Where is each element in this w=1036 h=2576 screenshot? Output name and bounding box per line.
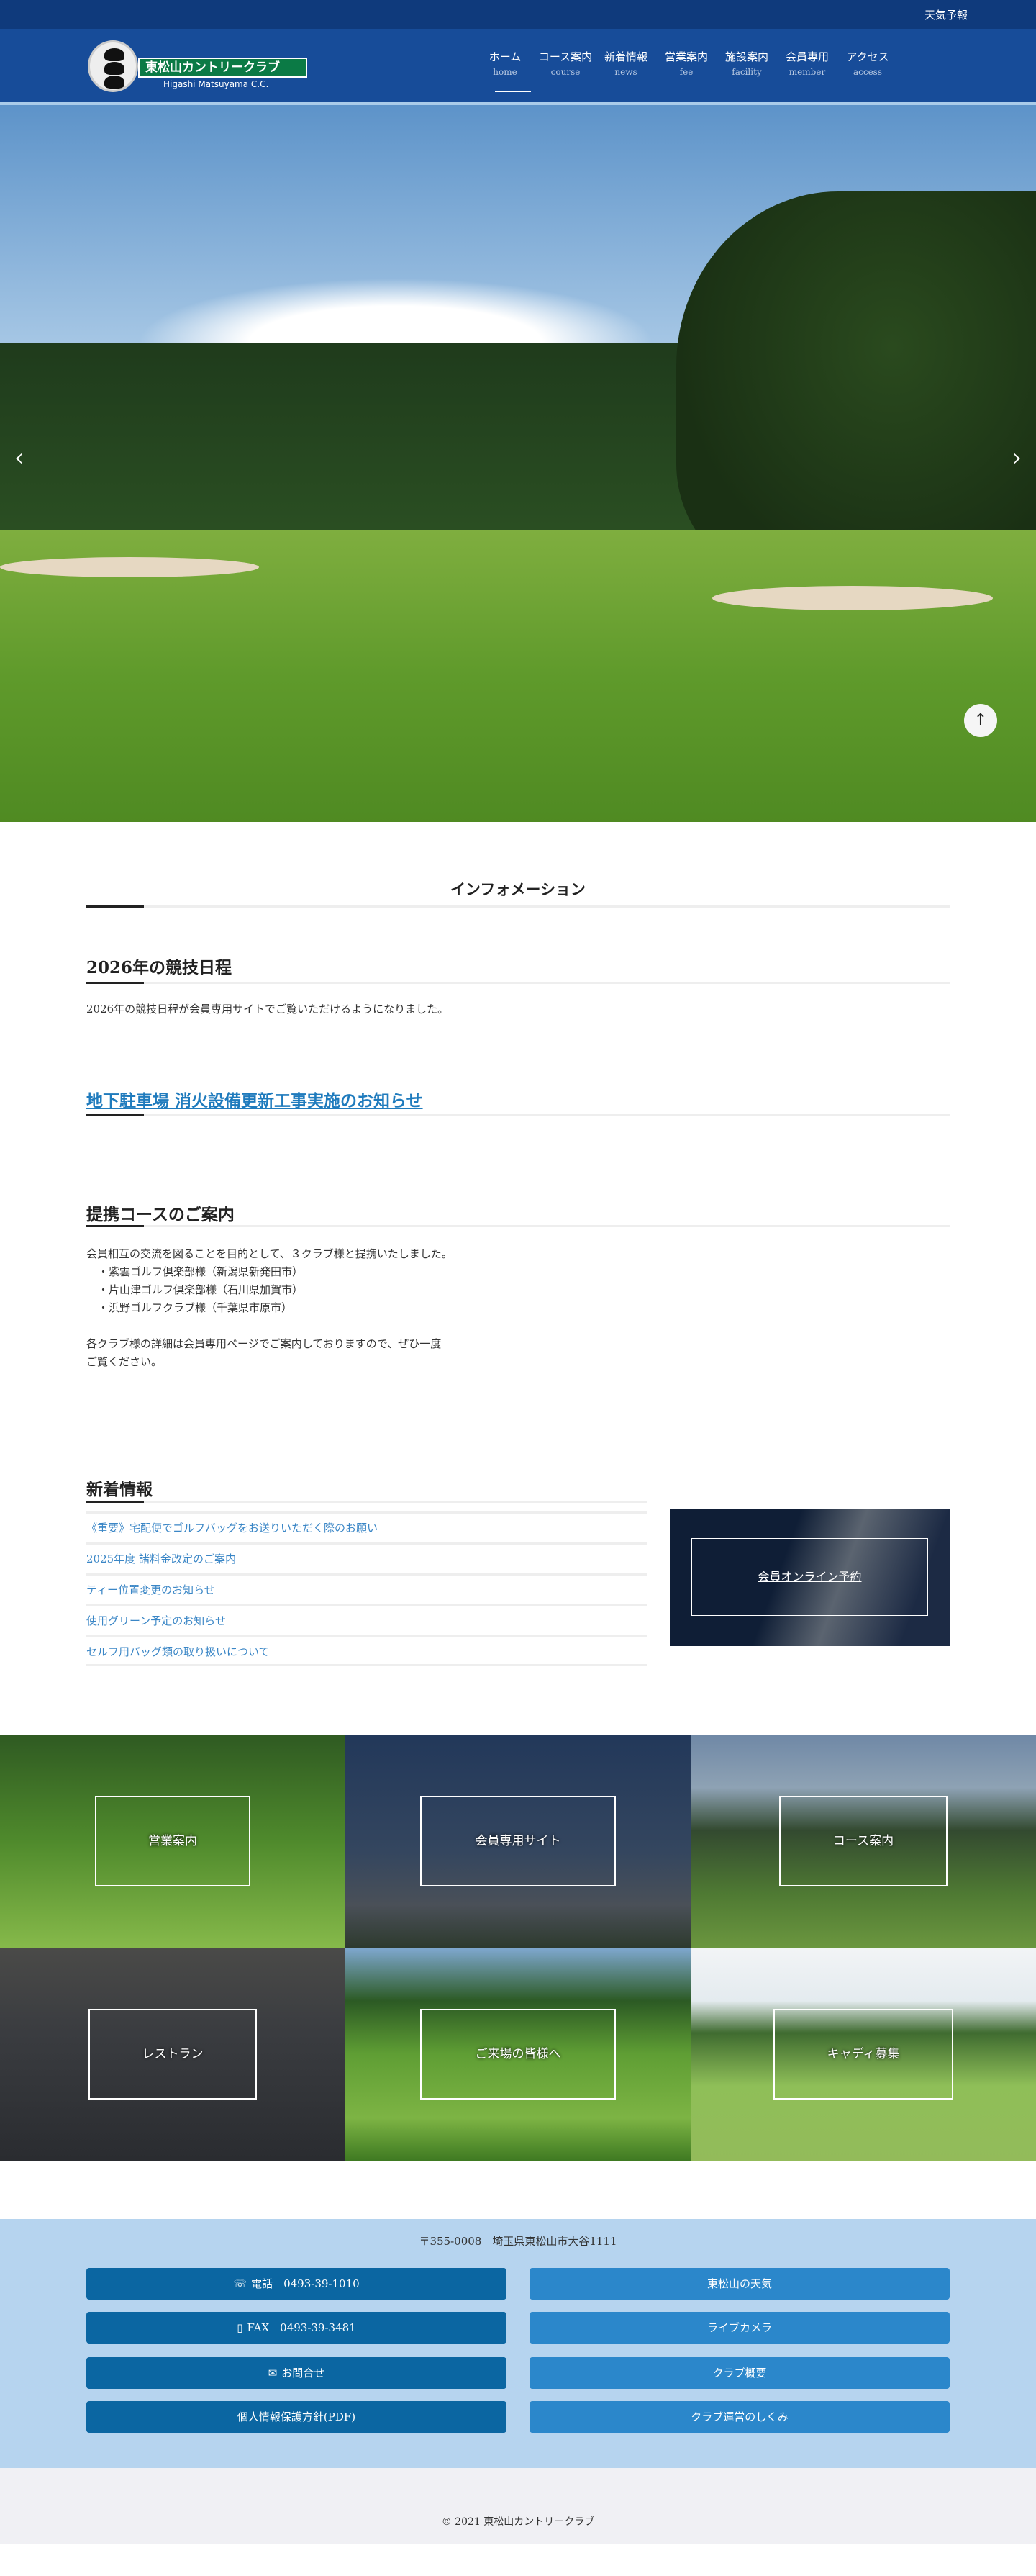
header: 東松山カントリークラブ Higashi Matsuyama C.C. ホーム ho…: [0, 29, 1036, 105]
info-body: 会員相互の交流を図ることを目的として、３クラブ様と提携いたしました。 ・紫雲ゴル…: [86, 1245, 453, 1371]
news-title: 新着情報: [86, 1480, 153, 1499]
nav-sublabel: access: [853, 67, 882, 77]
nav-fee[interactable]: 営業案内 fee: [656, 49, 717, 92]
tile-fee[interactable]: 営業案内: [0, 1735, 345, 1948]
back-to-top-button[interactable]: ↑: [964, 704, 997, 737]
link-tiles: 営業案内 会員専用サイト コース案内 レストラン ご来場の皆様へ キャディ募集: [0, 1735, 1036, 2161]
news-item[interactable]: 使用グリーン予定のお知らせ: [86, 1604, 648, 1635]
tile-caddie-recruit[interactable]: キャディ募集: [691, 1948, 1036, 2161]
top-bar: 天気予報: [0, 0, 1036, 29]
hero-slider: ‹ › ↑: [0, 105, 1036, 822]
tile-member-site[interactable]: 会員専用サイト: [345, 1735, 691, 1948]
privacy-policy-button[interactable]: 個人情報保護方針(PDF): [86, 2401, 506, 2433]
button-label: お問合せ: [281, 2367, 325, 2380]
text-line: 会員相互の交流を図ることを目的として、３クラブ様と提携いたしました。: [86, 1247, 453, 1260]
slider-prev-icon[interactable]: ‹: [14, 443, 24, 472]
logo-emblem: [88, 40, 138, 92]
club-overview-button[interactable]: クラブ概要: [530, 2357, 950, 2389]
weather-button[interactable]: 東松山の天気: [530, 2268, 950, 2300]
divider: [86, 982, 950, 984]
info-title: インフォメーション: [450, 880, 586, 898]
nav-sublabel: member: [789, 67, 826, 77]
info-heading: 提携コースのご案内: [86, 1205, 235, 1224]
nav-sublabel: facility: [732, 67, 762, 77]
address: 〒355-0008 埼玉県東松山市大谷1111: [419, 2235, 617, 2248]
text-line: 各クラブ様の詳細は会員専用ページでご案内しておりますので、ぜひ一度: [86, 1337, 442, 1350]
news-list: 《重要》宅配便でゴルフバッグをお送りいただく際のお願い 2025年度 諸料金改定…: [86, 1511, 648, 1666]
divider: [86, 1114, 950, 1116]
nav-sublabel: course: [550, 67, 581, 77]
tile-visitors[interactable]: ご来場の皆様へ: [345, 1948, 691, 2161]
phone-button[interactable]: ☏ 電話 0493-39-1010: [86, 2268, 506, 2300]
divider: [86, 1501, 648, 1503]
hero-bunker: [712, 586, 993, 610]
news-item[interactable]: 2025年度 諸料金改定のご案内: [86, 1542, 648, 1573]
divider: [86, 1225, 950, 1227]
tile-label: レストラン: [88, 2009, 257, 2100]
nav-facility[interactable]: 施設案内 facility: [717, 49, 777, 92]
hero-pine-tree: [676, 191, 1036, 580]
tile-course[interactable]: コース案内: [691, 1735, 1036, 1948]
list-item: ・片山津ゴルフ倶楽部様（石川県加賀市）: [98, 1283, 304, 1296]
slider-next-icon[interactable]: ›: [1012, 443, 1022, 472]
nav-sublabel: news: [614, 67, 637, 77]
weather-link[interactable]: 天気予報: [924, 7, 968, 22]
nav-label: 会員専用: [785, 50, 829, 63]
nav-home[interactable]: ホーム home: [475, 49, 535, 92]
tile-label: 会員専用サイト: [420, 1796, 616, 1886]
nav-course[interactable]: コース案内 course: [535, 49, 596, 92]
fax-icon: ▯: [237, 2321, 243, 2334]
tile-label: 営業案内: [95, 1796, 250, 1886]
phone-icon: ☏: [233, 2277, 247, 2290]
logo[interactable]: 東松山カントリークラブ Higashi Matsuyama C.C.: [88, 40, 318, 94]
nav-label: コース案内: [538, 50, 593, 63]
live-camera-button[interactable]: ライブカメラ: [530, 2312, 950, 2344]
list-item: ・紫雲ゴルフ倶楽部様（新潟県新発田市）: [98, 1265, 304, 1278]
online-booking-banner: 会員オンライン予約: [670, 1509, 950, 1646]
nav-news[interactable]: 新着情報 news: [596, 49, 656, 92]
nav-label: アクセス: [846, 50, 889, 63]
text-line: ご覧ください。: [86, 1355, 163, 1368]
hero-bunker: [0, 557, 259, 577]
nav-member[interactable]: 会員専用 member: [777, 49, 837, 92]
nav-access[interactable]: アクセス access: [837, 49, 898, 92]
button-label: FAX 0493-39-3481: [247, 2321, 356, 2334]
divider: [86, 905, 950, 908]
info-link-parking[interactable]: 地下駐車場 消火設備更新工事実施のお知らせ: [86, 1091, 423, 1111]
fax-button[interactable]: ▯ FAX 0493-39-3481: [86, 2312, 506, 2344]
tile-restaurant[interactable]: レストラン: [0, 1948, 345, 2161]
info-body: 2026年の競技日程が会員専用サイトでご覧いただけるようになりました。: [86, 1003, 449, 1016]
online-booking-link[interactable]: 会員オンライン予約: [691, 1538, 928, 1616]
tile-label: キャディ募集: [773, 2009, 953, 2100]
nav-label: 営業案内: [664, 50, 708, 63]
nav-label: ホーム: [489, 50, 522, 63]
contact-button[interactable]: ✉ お問合せ: [86, 2357, 506, 2389]
club-management-button[interactable]: クラブ運営のしくみ: [530, 2401, 950, 2433]
nav-label: 新着情報: [604, 50, 648, 63]
logo-name-en: Higashi Matsuyama C.C.: [163, 79, 269, 89]
nav-sublabel: fee: [679, 67, 694, 77]
info-heading: 2026年の競技日程: [86, 958, 232, 977]
tile-label: コース案内: [779, 1796, 948, 1886]
button-label: 電話 0493-39-1010: [251, 2277, 360, 2290]
list-item: ・浜野ゴルフクラブ様（千葉県市原市）: [98, 1301, 293, 1314]
tile-label: ご来場の皆様へ: [420, 2009, 616, 2100]
copyright: © 2021 東松山カントリークラブ: [0, 2468, 1036, 2544]
news-item[interactable]: 《重要》宅配便でゴルフバッグをお送りいただく際のお願い: [86, 1511, 648, 1542]
news-item[interactable]: ティー位置変更のお知らせ: [86, 1573, 648, 1604]
main-nav: ホーム home コース案内 course 新着情報 news 営業案内 fee 施設案…: [475, 49, 898, 92]
footer: 〒355-0008 埼玉県東松山市大谷1111 ☏ 電話 0493-39-1010…: [0, 2219, 1036, 2468]
nav-sublabel: home: [493, 67, 517, 77]
mail-icon: ✉: [268, 2367, 278, 2380]
news-item[interactable]: セルフ用バッグ類の取り扱いについて: [86, 1635, 648, 1666]
nav-label: 施設案内: [724, 50, 768, 63]
logo-name: 東松山カントリークラブ: [138, 58, 307, 78]
